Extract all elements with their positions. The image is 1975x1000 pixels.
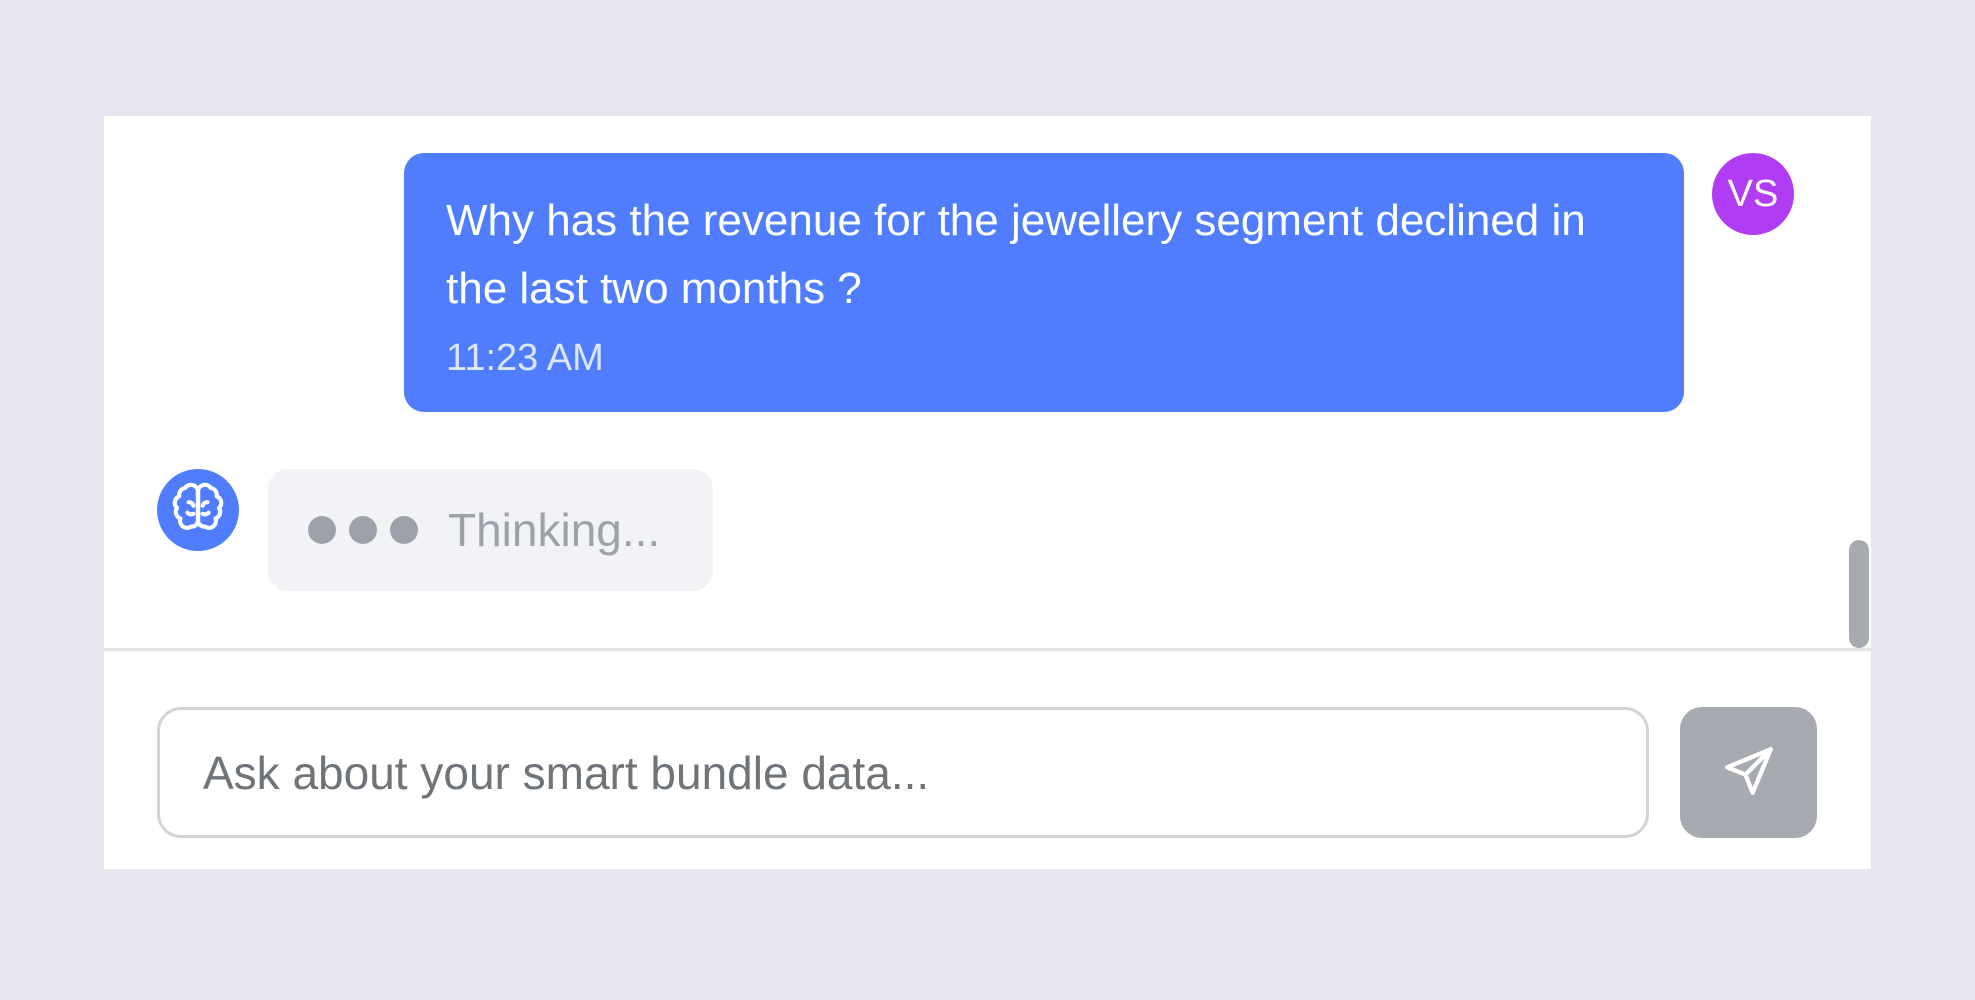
scrollbar-thumb[interactable] xyxy=(1849,540,1869,648)
typing-dot xyxy=(308,516,336,544)
chat-panel: Why has the revenue for the jewellery se… xyxy=(104,116,1871,869)
user-message-text: Why has the revenue for the jewellery se… xyxy=(446,196,1586,313)
send-icon xyxy=(1720,742,1778,803)
send-button[interactable] xyxy=(1680,707,1817,838)
assistant-avatar xyxy=(157,469,239,551)
user-avatar: VS xyxy=(1712,153,1794,235)
thinking-indicator: Thinking... xyxy=(268,469,713,591)
user-message-bubble: Why has the revenue for the jewellery se… xyxy=(404,153,1684,412)
divider xyxy=(104,648,1871,651)
typing-dot xyxy=(349,516,377,544)
typing-dot xyxy=(390,516,418,544)
brain-icon xyxy=(170,480,226,541)
message-list[interactable]: Why has the revenue for the jewellery se… xyxy=(104,116,1871,648)
chat-input[interactable] xyxy=(157,707,1649,838)
thinking-text: Thinking... xyxy=(448,504,661,556)
message-timestamp: 11:23 AM xyxy=(446,337,604,379)
